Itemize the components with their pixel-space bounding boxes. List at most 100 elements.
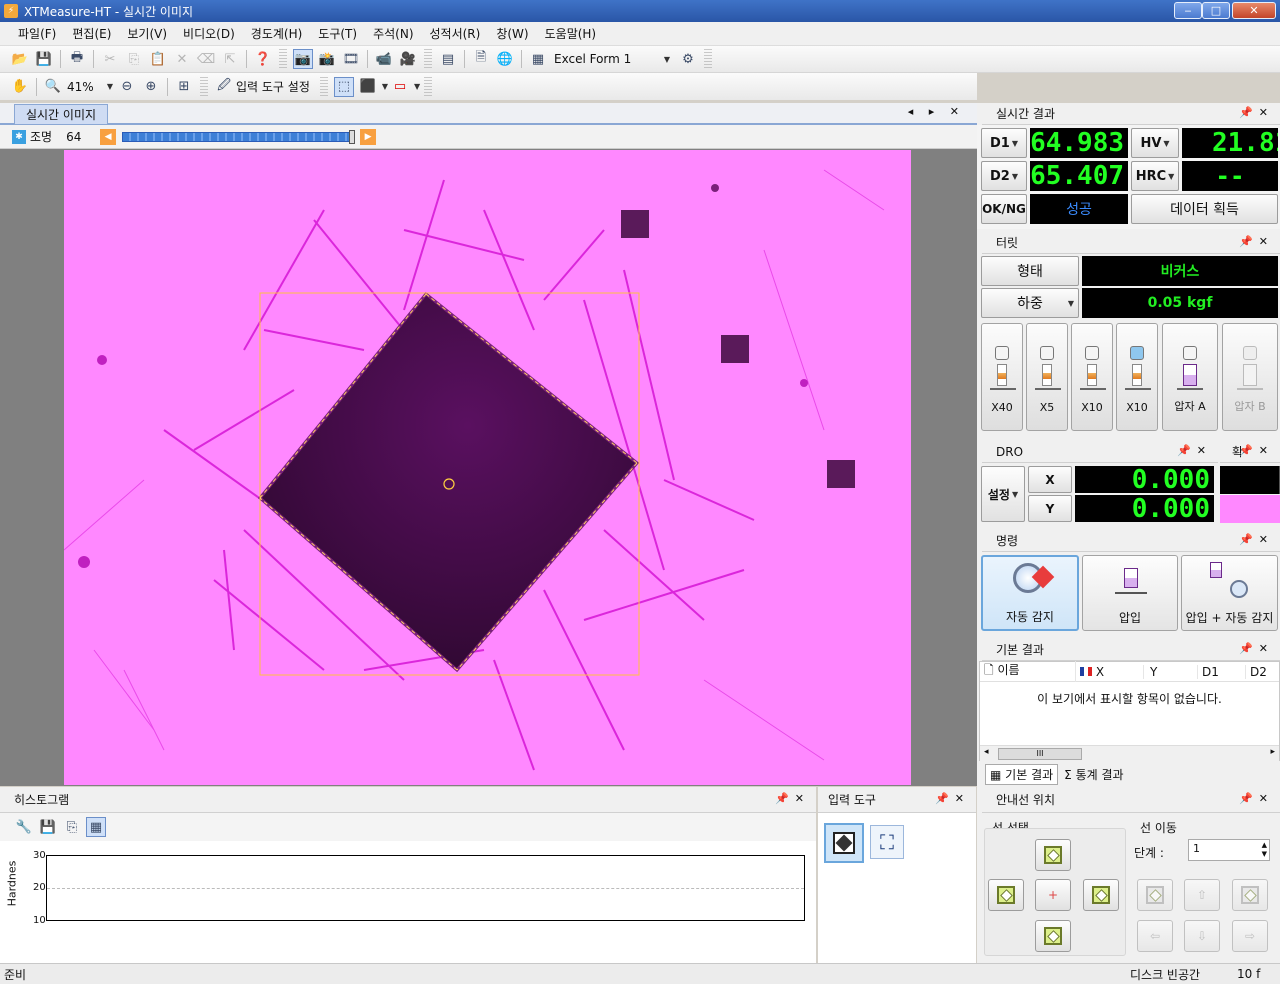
- select-top-line-button[interactable]: [1035, 839, 1071, 871]
- live-camera-icon[interactable]: 📷: [293, 49, 313, 69]
- grid-icon[interactable]: ▦: [86, 817, 106, 837]
- select-right-line-button[interactable]: [1083, 879, 1119, 911]
- print-icon[interactable]: 🖶: [67, 49, 87, 69]
- copy-icon[interactable]: ⎘: [62, 817, 82, 837]
- indent-auto-detect-button[interactable]: 압입 + 자동 감지: [1181, 555, 1278, 631]
- move-right-up-button[interactable]: [1232, 879, 1268, 911]
- microscope-image[interactable]: [64, 150, 911, 785]
- settings-tool-icon[interactable]: 🔧: [14, 817, 34, 837]
- close-button[interactable]: ✕: [1232, 2, 1276, 19]
- toolbar-grip[interactable]: [424, 49, 432, 69]
- illumination-slider[interactable]: [122, 129, 356, 144]
- diamond-tool-button[interactable]: [824, 823, 864, 863]
- move-up-button[interactable]: ⇧: [1184, 879, 1220, 911]
- acquire-data-button[interactable]: 데이터 획득: [1131, 194, 1278, 224]
- move-left-up-button[interactable]: [1137, 879, 1173, 911]
- zoom-select[interactable]: 41% ▼: [65, 77, 115, 97]
- select-left-line-button[interactable]: [988, 879, 1024, 911]
- d2-dropdown[interactable]: D2 ▼: [981, 161, 1027, 191]
- pan-hand-icon[interactable]: ✋: [10, 77, 30, 97]
- illum-decrease-button[interactable]: ◀: [100, 128, 117, 145]
- form-settings-icon[interactable]: ⚙: [678, 49, 698, 69]
- menu-edit[interactable]: 편집(E): [64, 25, 119, 42]
- menu-hardness[interactable]: 경도계(H): [243, 25, 311, 42]
- help-icon[interactable]: ❓: [253, 49, 273, 69]
- maximize-button[interactable]: □: [1202, 2, 1230, 19]
- column-header-x[interactable]: X: [1076, 664, 1144, 679]
- menu-view[interactable]: 보기(V): [119, 25, 175, 42]
- d1-dropdown[interactable]: D1 ▼: [981, 128, 1027, 158]
- video-settings-icon[interactable]: 📹: [374, 49, 394, 69]
- pin-close-icon[interactable]: 📌✕: [1239, 533, 1274, 546]
- toolbar-grip[interactable]: [279, 49, 287, 69]
- lens-x10-selected[interactable]: X10: [1116, 323, 1158, 431]
- clear-icon[interactable]: ⌫: [196, 49, 216, 69]
- chevron-down-icon[interactable]: ▼: [414, 82, 420, 91]
- pin-close-icon[interactable]: 📌✕: [1239, 235, 1274, 248]
- input-tool-settings-label[interactable]: 입력 도구 설정: [236, 78, 310, 95]
- move-right-button[interactable]: ⇨: [1232, 920, 1268, 952]
- scroll-right-icon[interactable]: ▸: [1270, 747, 1275, 757]
- step-input[interactable]: 1 ▲ ▼: [1188, 839, 1270, 861]
- load-dropdown[interactable]: 하중 ▼: [981, 288, 1079, 318]
- excel-form-select[interactable]: Excel Form 1 ▼: [550, 49, 676, 69]
- indent-button[interactable]: 압입: [1082, 555, 1178, 631]
- tab-stat-result[interactable]: Σ 통계 결과: [1060, 765, 1127, 784]
- column-header-y[interactable]: Y: [1144, 664, 1198, 679]
- menu-tools[interactable]: 도구(T): [310, 25, 365, 42]
- menu-report[interactable]: 성적서(R): [422, 25, 489, 42]
- lens-x40[interactable]: X40: [981, 323, 1023, 431]
- capture-icon[interactable]: 🎞: [341, 49, 361, 69]
- pin-close-icon[interactable]: 📌✕: [1239, 444, 1274, 457]
- column-header-d1[interactable]: D1: [1198, 664, 1246, 679]
- zoom-in-icon[interactable]: ⊕: [141, 77, 161, 97]
- copy-icon[interactable]: ⎘: [124, 49, 144, 69]
- toolbar-grip[interactable]: [424, 76, 433, 97]
- move-left-button[interactable]: ⇦: [1137, 920, 1173, 952]
- globe-icon[interactable]: 🌐: [495, 49, 515, 69]
- pin-close-icon[interactable]: 📌✕: [1177, 444, 1212, 457]
- pin-close-icon[interactable]: 📌✕: [775, 792, 810, 805]
- slider-thumb[interactable]: [349, 129, 356, 144]
- open-folder-icon[interactable]: 📂: [10, 49, 30, 69]
- pin-close-icon[interactable]: 📌✕: [1239, 792, 1274, 805]
- select-bottom-line-button[interactable]: [1035, 920, 1071, 952]
- pin-close-icon[interactable]: 📌✕: [1239, 642, 1274, 655]
- move-down-button[interactable]: ⇩: [1184, 920, 1220, 952]
- menu-file[interactable]: 파일(F): [10, 25, 64, 42]
- select-region-icon[interactable]: ⬚: [333, 76, 354, 97]
- indenter-a[interactable]: 압자 A: [1162, 323, 1218, 431]
- chevron-down-icon[interactable]: ▼: [382, 82, 388, 91]
- lens-x5[interactable]: X5: [1026, 323, 1068, 431]
- menu-annotation[interactable]: 주석(N): [365, 25, 421, 42]
- move-tool-button[interactable]: ⛶: [870, 825, 904, 859]
- excel-form-icon[interactable]: ▦: [528, 49, 548, 69]
- pin-close-icon[interactable]: 📌✕: [935, 792, 970, 805]
- input-tool-settings-icon[interactable]: 🖉: [214, 77, 234, 97]
- cut-icon[interactable]: ✂: [100, 49, 120, 69]
- column-header-d2[interactable]: D2: [1246, 665, 1279, 679]
- tab-live-image[interactable]: 실시간 이미지: [14, 104, 108, 124]
- column-header-name[interactable]: 🗋 이름: [980, 661, 1076, 682]
- hrc-dropdown[interactable]: HRC ▼: [1131, 161, 1179, 191]
- export-icon[interactable]: ⇱: [220, 49, 240, 69]
- dro-set-dropdown[interactable]: 설정 ▼: [981, 466, 1025, 522]
- live-image-view[interactable]: [64, 150, 911, 785]
- line-color-icon[interactable]: ▭: [390, 77, 410, 97]
- save-icon[interactable]: 💾: [38, 817, 58, 837]
- hv-dropdown[interactable]: HV ▼: [1131, 128, 1179, 158]
- toolbar-grip[interactable]: [704, 49, 712, 69]
- auto-detect-button[interactable]: 자동 감지: [981, 555, 1079, 631]
- toolbar-grip[interactable]: [319, 76, 328, 97]
- illum-increase-button[interactable]: ▶: [360, 128, 377, 145]
- paste-icon[interactable]: 📋: [148, 49, 168, 69]
- fill-color-icon[interactable]: ⬛: [358, 77, 378, 97]
- minimize-button[interactable]: ‒: [1174, 2, 1202, 19]
- pin-close-icon[interactable]: 📌✕: [1239, 106, 1274, 119]
- save-icon[interactable]: 💾: [34, 49, 54, 69]
- camera-settings-icon[interactable]: 🎥: [398, 49, 418, 69]
- zoom-out-icon[interactable]: ⊖: [117, 77, 137, 97]
- zoom-icon[interactable]: 🔍: [43, 77, 63, 97]
- freeze-camera-icon[interactable]: 📸: [317, 49, 337, 69]
- report-print-icon[interactable]: 🗎: [471, 49, 491, 69]
